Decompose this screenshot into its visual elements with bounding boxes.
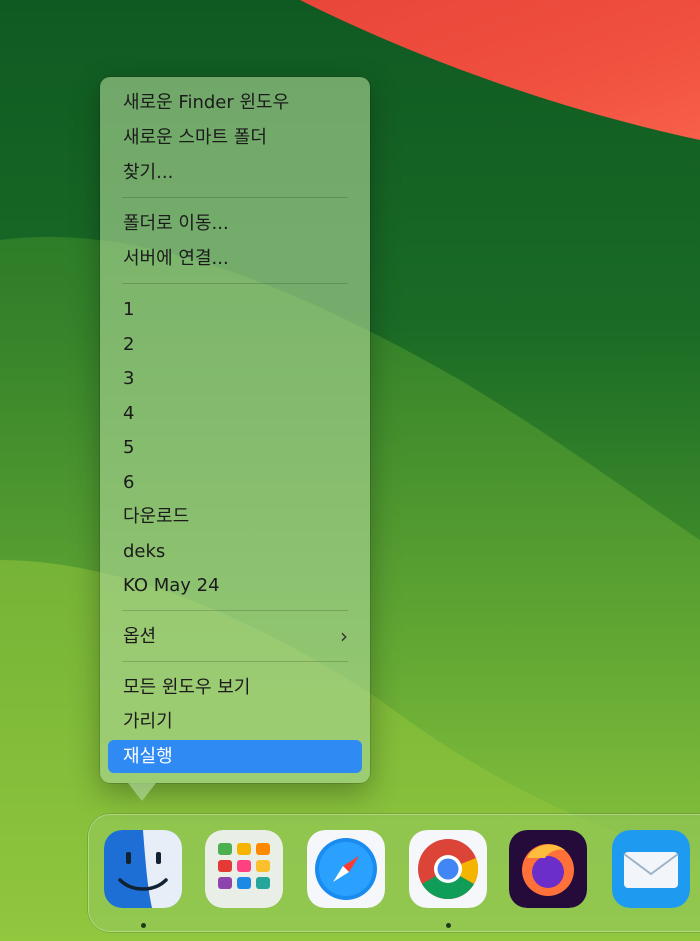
- safari-icon[interactable]: [307, 830, 385, 908]
- menu-item-connect-to-server[interactable]: 서버에 연결...: [108, 242, 362, 275]
- menu-separator: [122, 197, 348, 198]
- menu-item-folder-5[interactable]: 5: [108, 431, 362, 464]
- menu-item-relaunch[interactable]: 재실행: [108, 740, 362, 773]
- menu-item-new-finder-window[interactable]: 새로운 Finder 윈도우: [108, 86, 362, 119]
- menu-item-deks[interactable]: deks: [108, 535, 362, 568]
- menu-item-label: 5: [123, 437, 135, 458]
- running-indicator: [141, 923, 146, 928]
- menu-item-hide[interactable]: 가리기: [108, 705, 362, 738]
- menu-item-label: deks: [123, 541, 166, 562]
- menu-item-label: 서버에 연결...: [123, 248, 229, 269]
- menu-item-find[interactable]: 찾기...: [108, 156, 362, 189]
- menu-item-label: 3: [123, 368, 135, 389]
- menu-item-go-to-folder[interactable]: 폴더로 이동...: [108, 207, 362, 240]
- chrome-icon[interactable]: [409, 830, 487, 908]
- menu-item-label: 모든 윈도우 보기: [123, 677, 251, 698]
- launchpad-icon[interactable]: [205, 830, 283, 908]
- finder-dock-context-menu: 새로운 Finder 윈도우 새로운 스마트 폴더 찾기... 폴더로 이동..…: [100, 77, 370, 783]
- menu-item-label: 가리기: [123, 711, 173, 732]
- menu-item-label: 새로운 Finder 윈도우: [123, 92, 290, 113]
- menu-separator: [122, 283, 348, 284]
- finder-icon[interactable]: [104, 830, 182, 908]
- menu-item-label: 새로운 스마트 폴더: [123, 127, 267, 148]
- menu-item-label: 4: [123, 403, 135, 424]
- menu-item-new-smart-folder[interactable]: 새로운 스마트 폴더: [108, 121, 362, 154]
- menu-item-label: 찾기...: [123, 162, 174, 183]
- menu-item-folder-2[interactable]: 2: [108, 328, 362, 361]
- menu-item-folder-3[interactable]: 3: [108, 362, 362, 395]
- firefox-icon[interactable]: [509, 830, 587, 908]
- menu-item-label: 옵션: [123, 626, 157, 647]
- running-indicator: [446, 923, 451, 928]
- menu-item-folder-1[interactable]: 1: [108, 293, 362, 326]
- menu-item-options[interactable]: 옵션 ›: [108, 620, 362, 653]
- mail-icon[interactable]: [612, 830, 690, 908]
- menu-item-label: 1: [123, 299, 135, 320]
- menu-item-label: 폴더로 이동...: [123, 213, 229, 234]
- menu-item-label: 다운로드: [123, 506, 190, 527]
- menu-item-folder-4[interactable]: 4: [108, 397, 362, 430]
- menu-separator: [122, 610, 348, 611]
- menu-item-label: 2: [123, 334, 135, 355]
- menu-item-label: 6: [123, 472, 135, 493]
- menu-item-folder-6[interactable]: 6: [108, 466, 362, 499]
- menu-pointer: [128, 783, 156, 801]
- menu-separator: [122, 661, 348, 662]
- menu-item-label: 재실행: [123, 746, 173, 767]
- chevron-right-icon: ›: [340, 624, 348, 648]
- menu-item-label: KO May 24: [123, 575, 220, 596]
- menu-item-ko-may-24[interactable]: KO May 24: [108, 569, 362, 602]
- menu-item-downloads[interactable]: 다운로드: [108, 500, 362, 533]
- menu-item-show-all-windows[interactable]: 모든 윈도우 보기: [108, 671, 362, 704]
